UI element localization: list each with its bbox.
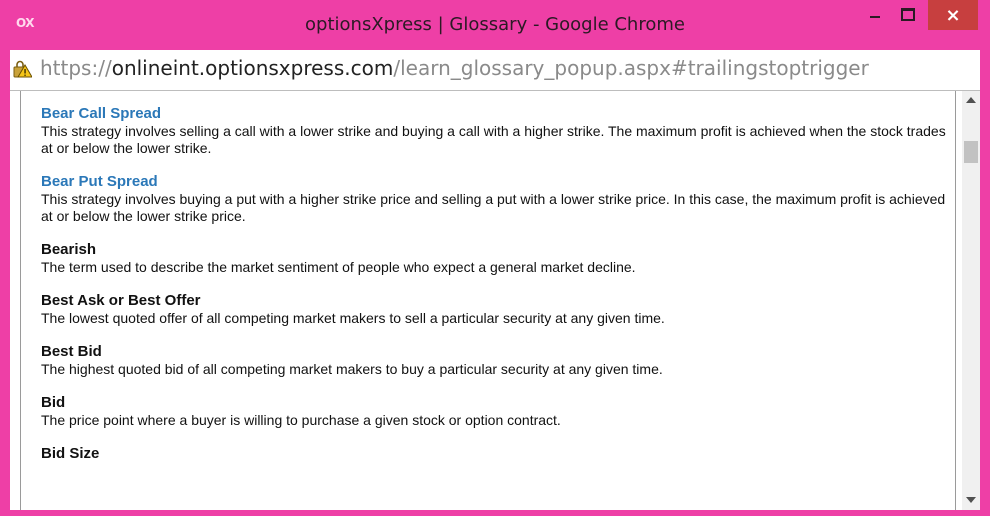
scrollbar-thumb[interactable] — [964, 141, 978, 163]
glossary-entry: Bid The price point where a buyer is will… — [41, 394, 946, 429]
close-button[interactable]: × — [928, 0, 978, 30]
vertical-scrollbar[interactable] — [962, 91, 980, 510]
maximize-icon — [901, 7, 915, 21]
glossary-definition: The price point where a buyer is willing… — [41, 412, 561, 428]
url-text[interactable]: https://onlineint.optionsxpress.com/lear… — [40, 56, 869, 80]
minimize-icon — [870, 16, 880, 18]
window-title: optionsXpress | Glossary - Google Chrome — [305, 14, 685, 35]
title-bar[interactable]: OX optionsXpress | Glossary - Google Chr… — [0, 0, 990, 50]
glossary-page: Bear Call Spread This strategy involves s… — [20, 91, 956, 510]
warning-lock-icon[interactable] — [12, 60, 32, 78]
glossary-entry: Bear Call Spread This strategy involves s… — [41, 105, 946, 157]
glossary-term: Bearish — [41, 241, 97, 258]
url-host: onlineint.optionsxpress.com — [111, 56, 394, 80]
url-scheme: https:// — [40, 56, 112, 80]
maximize-button[interactable] — [893, 0, 923, 28]
browser-popup-window: OX optionsXpress | Glossary - Google Chr… — [0, 0, 990, 516]
glossary-definition: This strategy involves selling a call wi… — [41, 123, 946, 156]
close-icon: × — [945, 4, 961, 26]
glossary-definition: This strategy involves buying a put with… — [41, 191, 946, 224]
url-path: /learn_glossary_popup.aspx#trailingstopt… — [393, 56, 869, 80]
glossary-term: Best Bid — [41, 343, 102, 360]
glossary-entry: Bear Put Spread This strategy involves bu… — [41, 173, 946, 225]
glossary-term-link[interactable]: Bear Call Spread — [41, 105, 946, 123]
page-viewport: Bear Call Spread This strategy involves s… — [10, 91, 972, 510]
glossary-definition: The highest quoted bid of all competing … — [41, 361, 663, 377]
minimize-button[interactable] — [860, 0, 890, 28]
glossary-term-link[interactable]: Bear Put Spread — [41, 173, 946, 191]
glossary-entry: Bearish The term used to describe the mar… — [41, 241, 946, 276]
glossary-definition: The term used to describe the market sen… — [41, 259, 636, 275]
glossary-entry: Best Bid The highest quoted bid of all co… — [41, 343, 946, 378]
glossary-term: Bid — [41, 394, 66, 411]
address-bar[interactable]: https://onlineint.optionsxpress.com/lear… — [10, 50, 980, 91]
glossary-list: Bear Call Spread This strategy involves s… — [21, 91, 946, 463]
glossary-entry: Bid Size — [41, 445, 946, 463]
glossary-entry: Best Ask or Best Offer The lowest quoted … — [41, 292, 946, 327]
scroll-down-arrow-icon[interactable] — [966, 497, 976, 503]
scroll-up-arrow-icon[interactable] — [966, 97, 976, 103]
glossary-definition: The lowest quoted offer of all competing… — [41, 310, 665, 326]
glossary-term: Bid Size — [41, 445, 100, 462]
glossary-term: Best Ask or Best Offer — [41, 292, 201, 309]
